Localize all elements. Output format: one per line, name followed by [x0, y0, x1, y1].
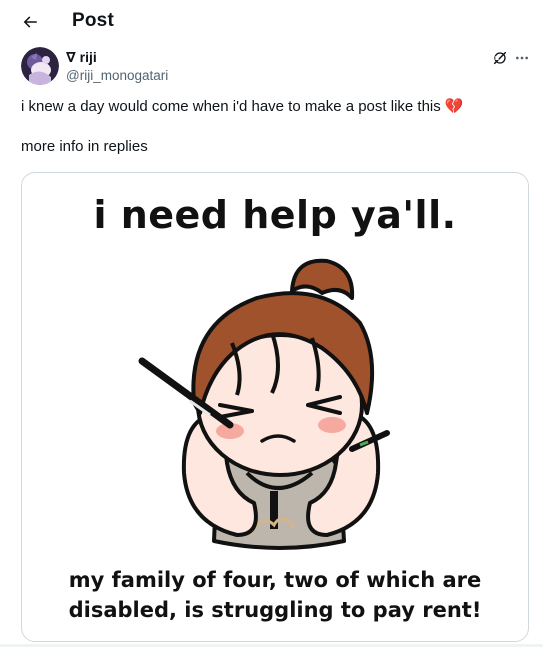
grok-icon [493, 51, 507, 65]
arrow-left-icon [23, 16, 37, 28]
author-name[interactable]: ∇ riji [66, 49, 97, 66]
post-header: Post [0, 0, 543, 42]
more-horizontal-icon [516, 56, 528, 60]
author-handle[interactable]: @riji_monogatari [66, 68, 168, 83]
grok-button[interactable] [489, 47, 511, 69]
avatar[interactable] [21, 47, 59, 85]
page-title: Post [72, 10, 114, 31]
post-image[interactable]: i need help ya'll. my family of four, tw… [21, 172, 529, 642]
post-text: i knew a day would come when i'd have to… [21, 98, 464, 155]
back-button[interactable] [14, 6, 46, 38]
more-button[interactable] [511, 47, 533, 69]
image-caption-text: my family of four, two of which are disa… [68, 568, 482, 622]
